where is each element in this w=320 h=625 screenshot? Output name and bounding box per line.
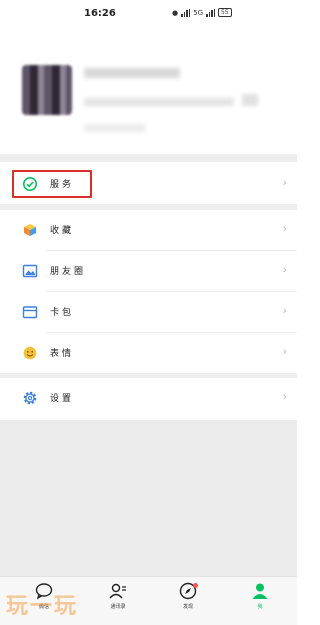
signal-icon [181, 8, 191, 17]
tab-label: 通讯录 [110, 604, 126, 610]
notification-dot [193, 583, 198, 588]
signal-icon-2 [206, 8, 215, 17]
status-bar: 16:26 ● 5G 55 [0, 0, 297, 28]
tab-label: 我 [257, 604, 263, 610]
status-time: 16:26 [84, 8, 116, 19]
chevron-right-icon: › [282, 263, 287, 276]
moments-image-icon [22, 264, 38, 278]
wechat-id-blurred [84, 98, 234, 106]
chevron-right-icon: › [282, 345, 287, 358]
tab-contacts[interactable]: 通讯录 [96, 581, 140, 621]
tab-me[interactable]: 我 [238, 581, 282, 621]
card-wallet-icon [22, 306, 38, 319]
section-gap [0, 154, 297, 162]
favorites-cube-icon [24, 224, 36, 236]
chevron-right-icon: › [282, 176, 287, 189]
settings-gear-icon [23, 391, 37, 405]
menu-item-cards[interactable]: 卡包 › [0, 292, 297, 332]
tab-label: 发现 [182, 604, 193, 610]
tab-discover[interactable]: 发现 [166, 581, 210, 621]
avatar[interactable] [22, 65, 72, 115]
menu-item-label: 收藏 [50, 226, 75, 236]
empty-background [0, 420, 297, 582]
menu-item-favorites[interactable]: 收藏 › [0, 210, 297, 250]
menu-item-moments[interactable]: 朋友圈 › [0, 251, 297, 291]
menu-item-settings[interactable]: 设置 › [0, 378, 297, 418]
battery-icon: 55 [218, 8, 232, 17]
menu-item-label: 朋友圈 [50, 267, 87, 277]
status-icons: ● 5G 55 [172, 8, 232, 17]
profile-header[interactable] [0, 28, 297, 154]
contacts-icon [109, 583, 126, 599]
menu-item-label: 表情 [50, 349, 75, 359]
alarm-icon: ● [172, 8, 179, 17]
watermark: 玩一玩 [6, 594, 79, 619]
status-blurred [84, 124, 146, 132]
sticker-smile-icon [23, 346, 37, 360]
chevron-right-icon: › [282, 304, 287, 317]
qr-code-icon[interactable] [242, 94, 258, 106]
menu-item-label: 卡包 [50, 308, 75, 318]
me-person-icon [252, 583, 268, 599]
menu-item-stickers[interactable]: 表情 › [0, 333, 297, 373]
chevron-right-icon: › [282, 390, 287, 403]
network-label: 5G [193, 8, 203, 17]
menu-item-label: 设置 [50, 394, 75, 404]
profile-name-blurred [84, 68, 180, 78]
highlight-annotation [12, 170, 92, 198]
chevron-right-icon: › [282, 222, 287, 235]
